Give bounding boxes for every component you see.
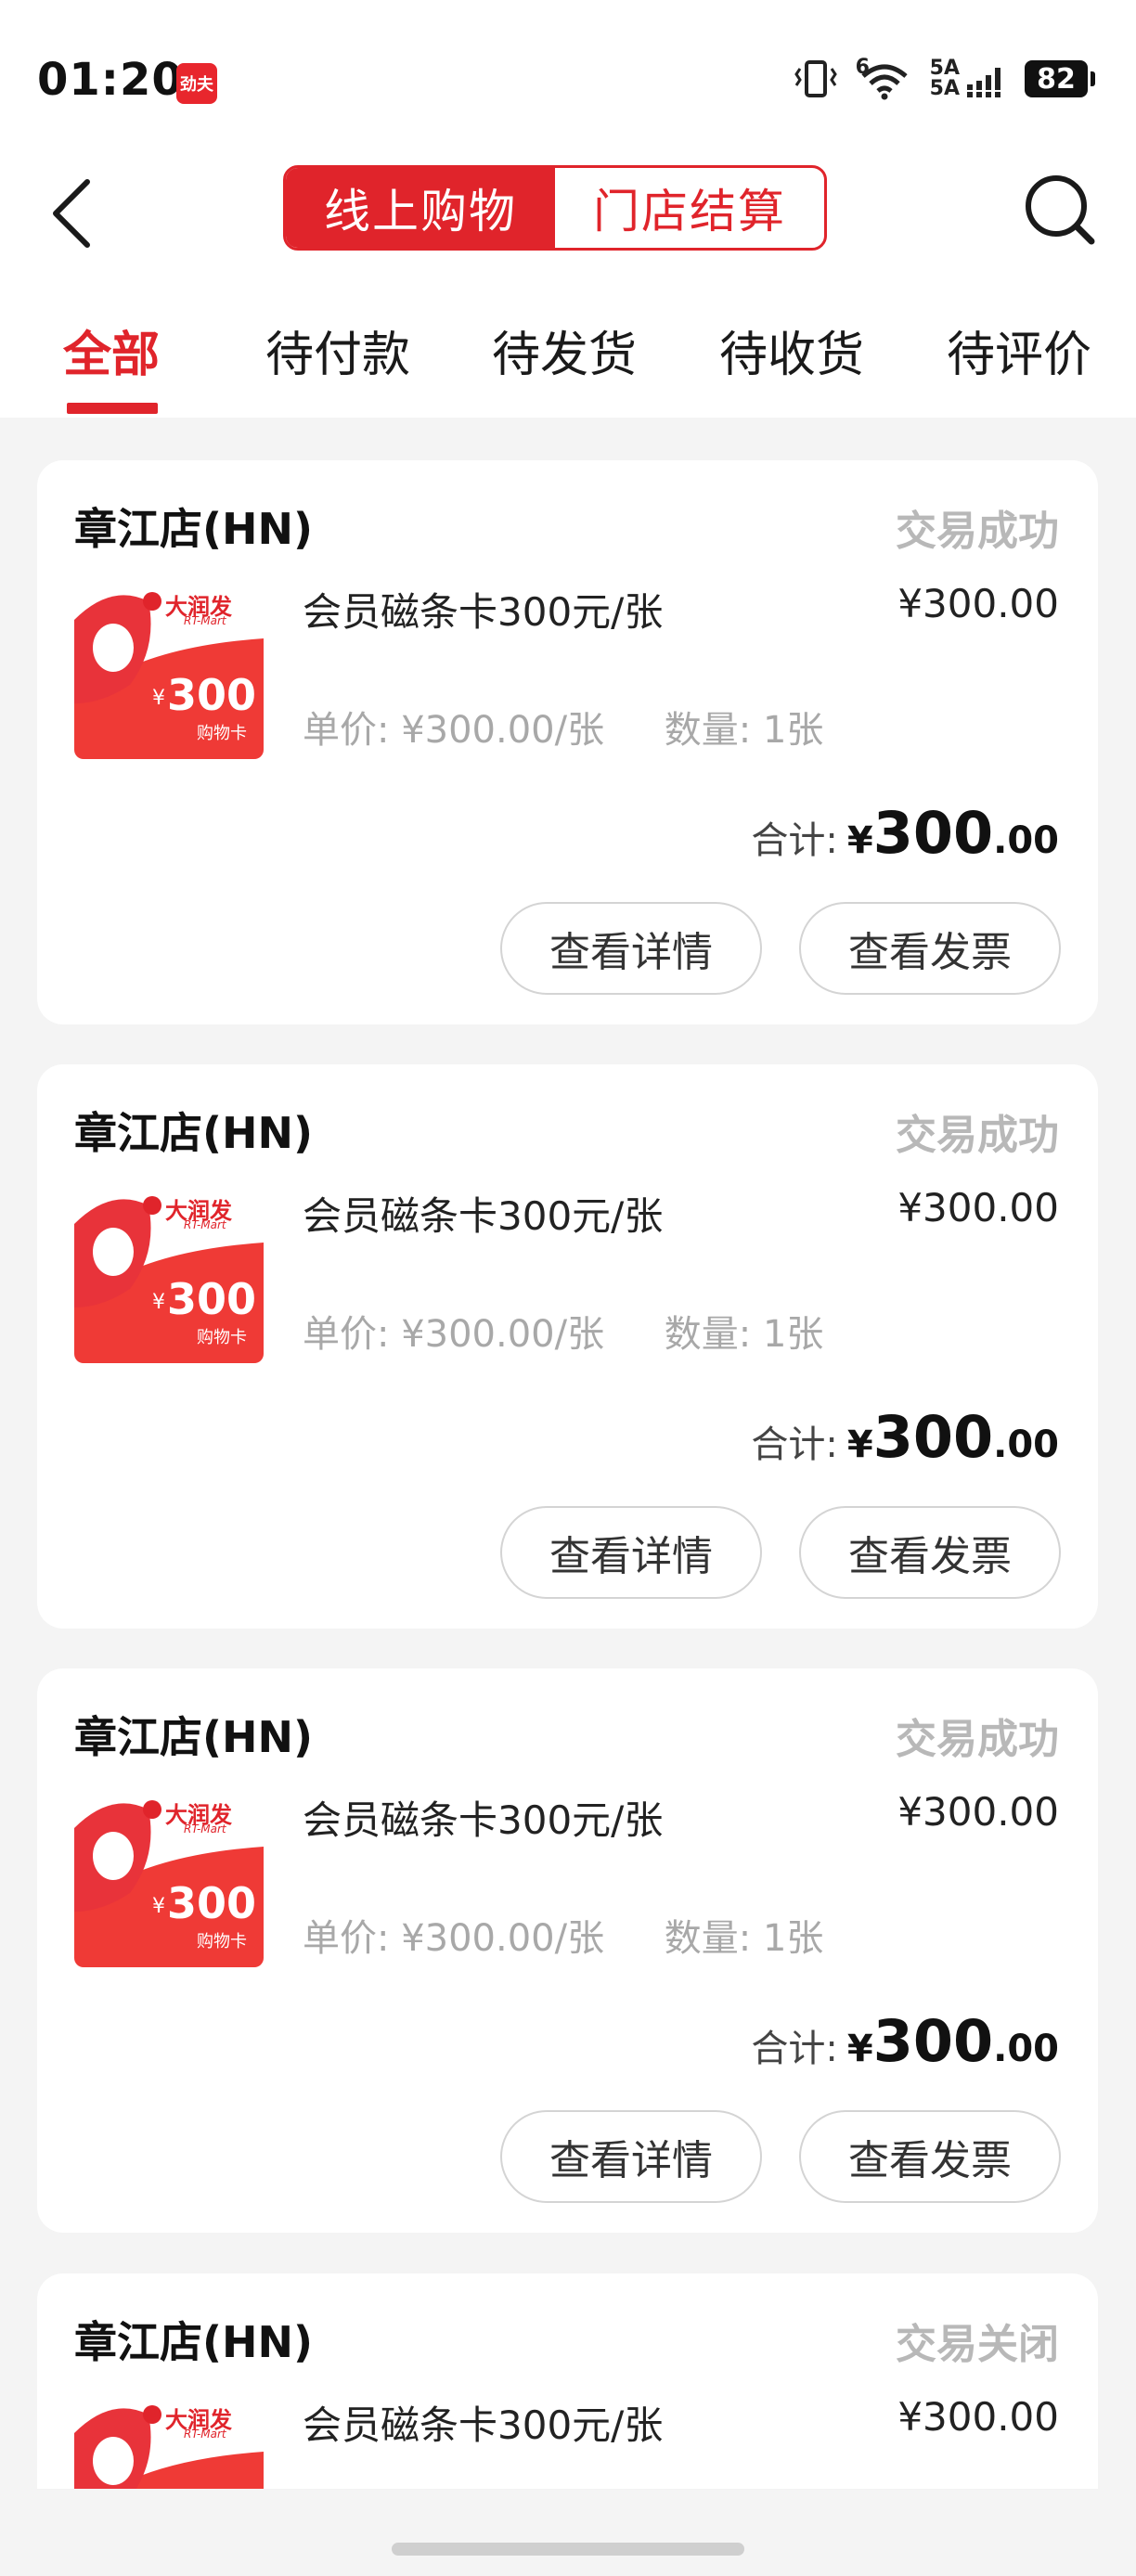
- status-time: 01:20: [37, 54, 184, 106]
- total-label: 合计:: [751, 1423, 838, 1466]
- view-details-button[interactable]: 查看详情: [500, 902, 762, 995]
- header: 线上购物 门店结算: [0, 158, 1136, 264]
- status-bar: 01:20 劲夫 6 5A 5A 82: [0, 0, 1136, 158]
- unit-info: 单价: ¥300.00/张 数量: 1张: [303, 1908, 823, 1962]
- total-integer: 300: [872, 2007, 994, 2075]
- total-currency: ¥: [846, 2028, 873, 2070]
- product-thumbnail[interactable]: 大润发 RT-Mart ¥ 300 购物卡: [74, 564, 264, 759]
- total-label: 合计:: [751, 819, 838, 862]
- tab-pending-payment[interactable]: 待付款: [265, 316, 410, 385]
- store-name: 章江店(HN): [74, 504, 314, 554]
- network-label-bottom: 5A: [929, 77, 960, 100]
- order-status: 交易关闭: [896, 2321, 1059, 2368]
- thumb-brand-sub: RT-Mart: [184, 1218, 226, 1231]
- product-name: 会员磁条卡300元/张: [303, 589, 664, 635]
- chevron-left-icon: [53, 179, 90, 248]
- total-decimal: .00: [993, 2028, 1059, 2070]
- total-label: 合计:: [751, 2028, 838, 2070]
- network-label-top: 5A: [929, 57, 960, 80]
- bottom-gesture-area: [0, 2489, 1136, 2576]
- quantity: 数量: 1张: [664, 709, 824, 752]
- thumb-brand-sub: RT-Mart: [184, 2428, 226, 2441]
- total-integer: 300: [872, 1403, 994, 1471]
- view-details-button[interactable]: 查看详情: [500, 2110, 762, 2203]
- view-invoice-button[interactable]: 查看发票: [799, 2110, 1061, 2203]
- order-total: 合计: ¥ 300 .00: [751, 2007, 1059, 2075]
- wifi-icon: 6: [856, 58, 913, 100]
- view-invoice-button[interactable]: 查看发票: [799, 902, 1061, 995]
- product-name: 会员磁条卡300元/张: [303, 2402, 664, 2448]
- status-icons: 6 5A 5A 82: [793, 58, 1095, 100]
- home-indicator[interactable]: [392, 2543, 744, 2556]
- thumb-amount: 300: [167, 670, 257, 720]
- order-card[interactable]: 章江店(HN) 交易成功 大润发 RT-Mart ¥ 300 购物卡 会员磁条卡…: [37, 460, 1098, 1024]
- thumb-caption: 购物卡: [197, 1932, 247, 1951]
- total-currency: ¥: [846, 819, 873, 862]
- thumb-caption: 购物卡: [197, 1328, 247, 1347]
- product-name: 会员磁条卡300元/张: [303, 1797, 664, 1843]
- order-card[interactable]: 章江店(HN) 交易成功 大润发 RT-Mart ¥ 300 购物卡 会员磁条卡…: [37, 1064, 1098, 1629]
- order-status: 交易成功: [896, 1716, 1059, 1763]
- search-icon: [1026, 175, 1095, 245]
- view-details-button[interactable]: 查看详情: [500, 1506, 762, 1599]
- product-price: ¥300.00: [897, 1185, 1059, 1230]
- unit-info: 单价: ¥300.00/张 数量: 1张: [303, 700, 823, 753]
- store-name: 章江店(HN): [74, 1108, 314, 1158]
- cellular-signal: 5A 5A: [930, 58, 1008, 99]
- thumb-caption: 购物卡: [197, 724, 247, 743]
- tab-all[interactable]: 全部: [63, 316, 160, 385]
- store-name: 章江店(HN): [74, 1712, 314, 1762]
- tab-pending-review[interactable]: 待评价: [947, 316, 1091, 385]
- order-status: 交易成功: [896, 508, 1059, 555]
- view-invoice-button[interactable]: 查看发票: [799, 1506, 1061, 1599]
- product-price: ¥300.00: [897, 1789, 1059, 1835]
- tab-store-checkout[interactable]: 门店结算: [555, 168, 824, 248]
- store-name: 章江店(HN): [74, 2317, 314, 2367]
- unit-price: 单价: ¥300.00/张: [303, 1313, 605, 1356]
- order-total: 合计: ¥ 300 .00: [751, 799, 1059, 867]
- unit-info: 单价: ¥300.00/张 数量: 1张: [303, 1304, 823, 1358]
- total-currency: ¥: [846, 1423, 873, 1466]
- product-thumbnail[interactable]: 大润发 RT-Mart ¥ 300 购物卡: [74, 1168, 264, 1363]
- order-card[interactable]: 章江店(HN) 交易成功 大润发 RT-Mart ¥ 300 购物卡 会员磁条卡…: [37, 1668, 1098, 2233]
- active-tab-indicator: [67, 403, 158, 414]
- unit-price: 单价: ¥300.00/张: [303, 1917, 605, 1960]
- tab-online-shopping[interactable]: 线上购物: [286, 168, 555, 248]
- search-button[interactable]: [1017, 167, 1101, 251]
- product-price: ¥300.00: [897, 2394, 1059, 2440]
- product-price: ¥300.00: [897, 581, 1059, 626]
- thumb-amount: 300: [167, 1274, 257, 1324]
- thumb-brand-sub: RT-Mart: [184, 1823, 226, 1835]
- app-notification-icon: 劲夫: [176, 63, 217, 104]
- thumb-yen: ¥: [152, 1291, 165, 1314]
- vibrate-icon: [794, 60, 837, 97]
- shopping-mode-toggle: 线上购物 门店结算: [283, 165, 827, 251]
- total-decimal: .00: [993, 819, 1059, 862]
- thumb-amount: 300: [167, 1878, 257, 1928]
- tab-pending-shipment[interactable]: 待发货: [492, 316, 637, 385]
- battery-indicator: 82: [1025, 60, 1095, 97]
- thumb-yen: ¥: [152, 687, 165, 710]
- tab-pending-receipt[interactable]: 待收货: [719, 316, 864, 385]
- signal-bars-icon: [967, 68, 1000, 97]
- thumb-yen: ¥: [152, 1895, 165, 1918]
- quantity: 数量: 1张: [664, 1917, 824, 1960]
- total-integer: 300: [872, 799, 994, 867]
- order-status-tabs: 全部 待付款 待发货 待收货 待评价: [0, 297, 1136, 418]
- quantity: 数量: 1张: [664, 1313, 824, 1356]
- thumb-brand-sub: RT-Mart: [184, 614, 226, 627]
- order-total: 合计: ¥ 300 .00: [751, 1403, 1059, 1471]
- total-decimal: .00: [993, 1423, 1059, 1466]
- product-thumbnail[interactable]: 大润发 RT-Mart ¥ 300 购物卡: [74, 1772, 264, 1967]
- unit-price: 单价: ¥300.00/张: [303, 709, 605, 752]
- back-button[interactable]: [35, 167, 110, 251]
- order-status: 交易成功: [896, 1112, 1059, 1159]
- product-name: 会员磁条卡300元/张: [303, 1193, 664, 1239]
